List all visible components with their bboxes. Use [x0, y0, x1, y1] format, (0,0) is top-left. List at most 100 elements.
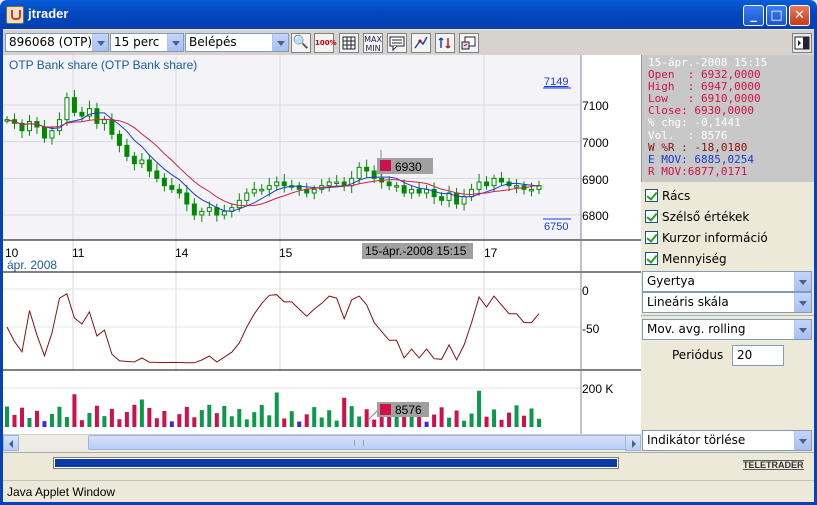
extremes-checkbox[interactable]: Szélső értékek — [644, 207, 812, 227]
candle-body — [94, 108, 100, 124]
mode-value: Belépés — [189, 35, 237, 49]
cursor-info-checkbox-label: Kurzor információ — [662, 231, 768, 245]
volume-bar — [229, 416, 234, 427]
volume-bar — [312, 407, 317, 427]
price-tick-6900: 6900 — [582, 173, 609, 187]
symbol-value: 896068 (OTP) — [9, 35, 92, 49]
volume-bar — [49, 413, 54, 427]
cursor-price-label: 6930 — [395, 160, 422, 174]
volume-bar — [342, 397, 347, 427]
indicator-select[interactable]: Mov. avg. rolling — [642, 319, 812, 340]
scroll-right-button[interactable] — [625, 435, 641, 451]
loading-progress-bar — [53, 457, 619, 469]
export-button[interactable] — [459, 33, 479, 53]
volume-bar — [102, 416, 107, 427]
volume-bar — [72, 394, 77, 427]
volume-bar — [424, 421, 429, 427]
candle-body — [439, 196, 445, 201]
chevron-down-icon — [92, 34, 108, 51]
bottom-bar: TELETRADER — [3, 452, 814, 479]
zoom-button[interactable]: 🔍 — [291, 33, 311, 53]
price-chart[interactable]: OTP Bank share (OTP Bank share) 7149 675… — [3, 55, 641, 434]
mode-select[interactable]: Belépés — [185, 33, 289, 52]
interval-select[interactable]: 15 perc — [110, 33, 184, 52]
info-rmov: R MOV:6877,0171 — [648, 164, 748, 178]
grid-toggle-button[interactable] — [339, 33, 359, 53]
remove-indicator-select[interactable]: Indikátor törlése — [642, 430, 812, 451]
volume-bar — [537, 418, 541, 427]
price-high-label: 7149 — [544, 76, 568, 88]
candle-body — [454, 192, 460, 205]
chart-type-value: Gyertya — [647, 274, 695, 288]
chart-type-select[interactable]: Gyertya — [642, 271, 812, 292]
volume-bar — [522, 415, 527, 427]
price-tick-7000: 7000 — [582, 136, 609, 150]
candle-body — [139, 159, 145, 165]
candle-body — [259, 188, 265, 192]
max-min-button[interactable]: MAX MIN — [363, 33, 383, 53]
draw-trend-button[interactable] — [411, 33, 431, 53]
minimize-button[interactable]: _ — [743, 5, 764, 26]
progress-fill — [55, 459, 617, 467]
candle-body — [206, 207, 212, 212]
volume-bar — [297, 421, 302, 427]
grid-icon — [342, 36, 356, 50]
price-tick-7100: 7100 — [582, 99, 609, 113]
candle-body — [461, 196, 467, 205]
candle-body — [236, 199, 242, 209]
speech-bubble-icon — [389, 36, 405, 52]
volume-bar — [5, 406, 9, 427]
candle-body — [476, 181, 482, 190]
max-min-label: MAX MIN — [364, 35, 382, 53]
grid-checkbox[interactable]: Rács — [644, 186, 812, 206]
comment-button[interactable] — [387, 33, 407, 53]
volume-bar — [492, 409, 497, 427]
scroll-thumb[interactable] — [88, 435, 628, 450]
volume-bar — [27, 418, 32, 427]
period-input[interactable]: 20 — [732, 345, 784, 366]
cursor-date-label: 15-ápr.-2008 15:15 — [365, 244, 467, 258]
volume-checkbox-label: Mennyiség — [662, 252, 727, 266]
symbol-select[interactable]: 896068 (OTP) — [5, 33, 109, 52]
volume-bar — [207, 404, 212, 427]
candle-body — [356, 166, 362, 179]
checkbox-checked-icon — [645, 210, 658, 223]
volume-bar — [484, 416, 489, 427]
volume-bar — [64, 417, 69, 427]
candle-body — [386, 181, 392, 187]
close-button[interactable]: ✕ — [789, 5, 810, 26]
volume-tag-label: 8576 — [395, 403, 422, 417]
candle-body — [341, 181, 347, 187]
indicator-period-label: ápr. 2008 — [7, 258, 57, 272]
candle-body — [416, 188, 422, 194]
candle-body — [484, 181, 490, 187]
teletrader-logo: TELETRADER — [743, 460, 804, 470]
candle-body — [146, 159, 152, 172]
scale-select[interactable]: Lineáris skála — [642, 292, 812, 313]
extremes-checkbox-label: Szélső értékek — [662, 210, 750, 224]
volume-checkbox[interactable]: Mennyiség — [644, 249, 812, 269]
refresh-button[interactable] — [435, 33, 455, 53]
zoom-100-button[interactable]: 100% — [314, 33, 337, 53]
candle-body — [394, 185, 400, 188]
volume-bar — [117, 419, 122, 427]
magnifier-icon: 🔍 — [292, 35, 310, 50]
date-tick: 15 — [279, 246, 293, 260]
volume-bar — [139, 399, 144, 427]
price-tick-6800: 6800 — [582, 209, 609, 223]
volume-bar — [244, 419, 249, 427]
volume-bar — [162, 411, 167, 427]
scroll-left-button[interactable] — [3, 435, 19, 451]
candle-body — [169, 185, 175, 190]
checkbox-checked-icon — [645, 189, 658, 202]
volume-bar — [109, 408, 114, 427]
cursor-info-checkbox[interactable]: Kurzor információ — [644, 228, 812, 248]
panel-toggle-button[interactable] — [792, 33, 812, 53]
chart-scrollbar[interactable] — [3, 434, 641, 451]
maximize-button[interactable]: □ — [766, 5, 787, 26]
info-volume: Vol. : 8576 — [648, 128, 728, 142]
candle-body — [79, 111, 85, 117]
candle-body — [244, 192, 250, 201]
candle-body — [26, 121, 32, 132]
chart-panel[interactable]: OTP Bank share (OTP Bank share) 7149 675… — [3, 55, 641, 434]
